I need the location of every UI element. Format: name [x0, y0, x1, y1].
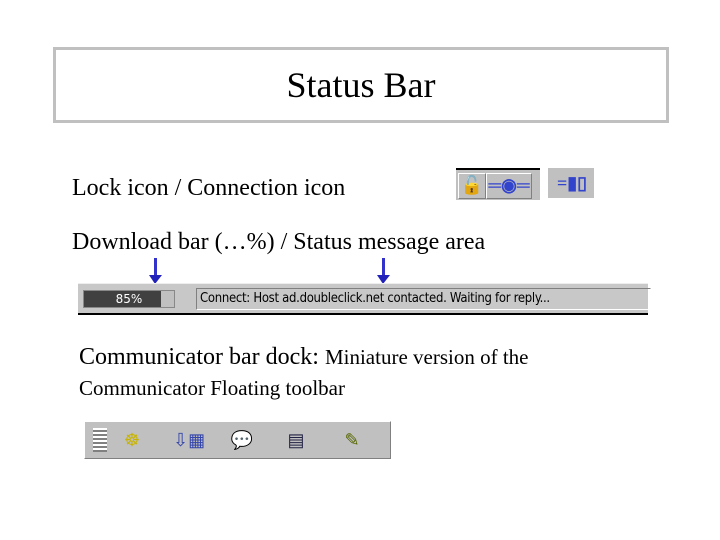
lock-button[interactable]: 🔓: [458, 173, 486, 199]
lock-connection-strip: 🔓 ═◉═: [456, 168, 540, 200]
connection-button[interactable]: ═◉═: [486, 173, 532, 199]
dock-caption-title: Communicator bar dock:: [79, 344, 325, 370]
composer-icon[interactable]: ✎: [337, 429, 367, 451]
progress-label: 85%: [115, 292, 143, 306]
lock-connection-caption: Lock icon / Connection icon: [72, 175, 346, 201]
connection-unplugged-icon: =▮▯: [556, 173, 588, 193]
connection-alt-strip: =▮▯: [548, 168, 594, 198]
arrow-download: [149, 258, 162, 284]
mail-icon[interactable]: ⇩▦: [173, 429, 205, 451]
address-book-icon[interactable]: ▤: [281, 429, 311, 451]
download-progress-bar: 85%: [83, 290, 175, 308]
lock-icon: 🔓: [460, 175, 484, 195]
dock-caption-desc: Miniature version of the: [324, 345, 529, 369]
dock-caption-line2: Communicator Floating toolbar: [79, 376, 345, 400]
status-message: Connect: Host ad.doubleclick.net contact…: [196, 288, 651, 310]
status-bar: 85% Connect: Host ad.doubleclick.net con…: [78, 283, 651, 315]
arrow-status: [377, 258, 390, 284]
dock-grip-icon[interactable]: [93, 428, 107, 452]
discussion-icon[interactable]: 💬: [227, 429, 257, 451]
dock-caption: Communicator bar dock: Miniature version…: [79, 344, 528, 371]
navigator-icon[interactable]: ☸: [117, 429, 147, 451]
connection-icon: ═◉═: [488, 175, 530, 195]
communicator-dock: ☸ ⇩▦ 💬 ▤ ✎: [84, 421, 391, 459]
download-caption: Download bar (…%) / Status message area: [72, 229, 486, 255]
slide-title: Status Bar: [53, 47, 669, 123]
